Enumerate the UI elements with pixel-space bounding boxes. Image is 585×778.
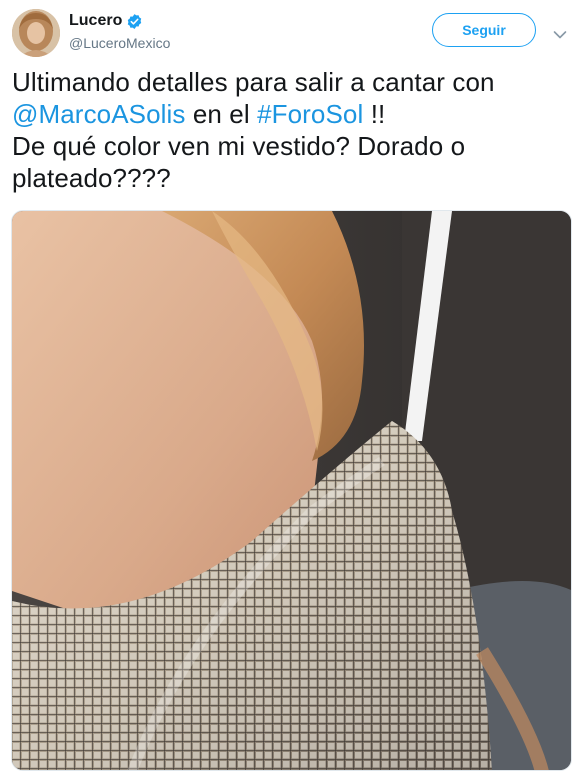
follow-button[interactable]: Seguir: [432, 13, 536, 47]
tweet-text-line: @MarcoASolis en el #ForoSol !!: [12, 98, 572, 130]
tweet-text: Ultimando detalles para salir a cantar c…: [12, 66, 572, 194]
tweet-text-line: Ultimando detalles para salir a cantar c…: [12, 66, 572, 98]
text-segment: De qué color ven mi vestido? Dorado o: [12, 131, 466, 161]
verified-badge-icon: [126, 13, 143, 30]
tweet-text-line: plateado????: [12, 162, 572, 194]
display-name[interactable]: Lucero: [69, 12, 122, 30]
avatar[interactable]: [12, 9, 60, 57]
handle[interactable]: @LuceroMexico: [69, 35, 170, 51]
text-segment: !!: [363, 99, 386, 129]
photo-sequin-dress-icon: [12, 211, 571, 770]
text-segment: Ultimando detalles para salir a cantar c…: [12, 67, 495, 97]
tweet-photo[interactable]: [11, 210, 572, 771]
chevron-down-icon[interactable]: [553, 27, 567, 39]
author-block: Lucero @LuceroMexico: [69, 10, 170, 51]
profile-photo-icon: [12, 9, 60, 57]
text-segment: plateado????: [12, 163, 171, 193]
tweet-card: Lucero @LuceroMexico Seguir Ultimando de…: [0, 0, 585, 778]
text-segment: en el: [185, 99, 258, 129]
hashtag-link[interactable]: #ForoSol: [257, 99, 363, 129]
tweet-text-line: De qué color ven mi vestido? Dorado o: [12, 130, 572, 162]
mention-link[interactable]: @MarcoASolis: [12, 99, 186, 129]
name-row: Lucero: [69, 10, 170, 32]
